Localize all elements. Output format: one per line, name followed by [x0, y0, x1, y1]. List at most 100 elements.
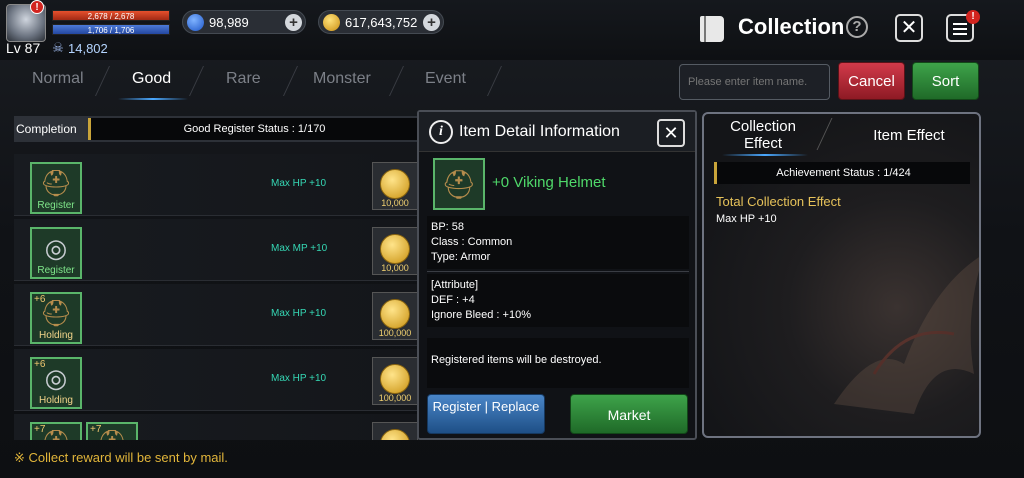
item-effect: Max MP +10 — [271, 243, 328, 254]
completion-status-box: Good Register Status : 1/170 — [88, 118, 418, 140]
avatar-notification-badge: ! — [30, 0, 44, 14]
help-icon[interactable]: ? — [846, 16, 868, 38]
market-button[interactable]: Market — [570, 394, 688, 434]
active-tab-indicator — [722, 154, 808, 156]
ring-icon: ◎ — [44, 363, 68, 393]
collection-effect-panel: Collection Effect Item Effect Achievemen… — [702, 112, 981, 438]
item-state: Holding — [39, 395, 73, 406]
attribute-header: [Attribute] — [431, 279, 479, 291]
tab-good[interactable]: Good — [132, 70, 171, 88]
add-gold-button[interactable]: + — [423, 14, 440, 31]
list-item[interactable]: ◎ Register Max MP +10 10,000 — [14, 219, 418, 281]
item-state: Holding — [39, 330, 73, 341]
helmet-icon: ⛑ — [32, 428, 80, 440]
mail-reward-notice: ※ Collect reward will be sent by mail. — [14, 450, 228, 465]
register-replace-button[interactable]: Register | Replace — [427, 394, 545, 434]
reward-slot: 100,000 — [372, 292, 418, 340]
add-gem-button[interactable]: + — [285, 14, 302, 31]
item-slot[interactable]: +6 ◎ Holding — [30, 357, 82, 409]
tab-normal[interactable]: Normal — [32, 70, 84, 88]
item-slot[interactable]: +7 ⛑ — [86, 422, 138, 440]
tab-monster[interactable]: Monster — [313, 70, 371, 88]
reward-slot: 100,000 — [372, 357, 418, 405]
sort-button[interactable]: Sort — [912, 62, 979, 100]
tab-rare[interactable]: Rare — [226, 70, 261, 88]
divider — [427, 271, 689, 272]
item-effect: Max HP +10 — [271, 178, 327, 189]
item-slot[interactable]: +6 ⛑ Holding — [30, 292, 82, 344]
gold-coin-icon — [323, 14, 340, 31]
gold-coin-icon — [380, 169, 410, 199]
mp-text: 1,706 / 1,706 — [87, 26, 135, 35]
item-name: +0 Viking Helmet — [492, 174, 606, 191]
list-item[interactable]: +6 ◎ Holding Max HP +10 100,000 — [14, 349, 418, 411]
item-state: Register — [37, 200, 75, 211]
item-effect: Max HP +10 — [271, 308, 327, 319]
item-bp: BP: 58 — [431, 221, 465, 233]
close-button[interactable]: ✕ — [895, 14, 923, 42]
total-effect-title: Total Collection Effect — [716, 194, 841, 209]
completion-bar: Completion Good Register Status : 1/170 — [14, 116, 418, 142]
list-item[interactable]: +6 ⛑ Holding Max HP +10 100,000 — [14, 284, 418, 346]
tab-item-effect[interactable]: Item Effect — [854, 127, 964, 144]
reward-slot: 10,000 — [372, 227, 418, 275]
item-slot[interactable]: ◎ Register — [30, 227, 82, 279]
gem-amount: 98,989 — [209, 15, 249, 30]
tab-collection-effect[interactable]: Collection Effect — [718, 118, 808, 152]
tab-divider — [816, 118, 833, 150]
reward-amount: 100,000 — [378, 393, 412, 403]
hp-text: 2,678 / 2,678 — [87, 12, 135, 21]
dialog-header: i Item Detail Information ✕ — [419, 112, 695, 152]
gold-coin-icon — [380, 429, 410, 440]
achievement-status: Achievement Status : 1/424 — [776, 167, 911, 179]
status-bar: ! 2,678 / 2,678 1,706 / 1,706 Lv 87 ☠ 14… — [0, 0, 1024, 60]
list-item[interactable]: +7 ⛑ +7 ⛑ — [14, 414, 418, 440]
reward-amount: 10,000 — [381, 198, 409, 208]
item-effect: Max HP +10 — [271, 373, 327, 384]
gold-currency: 617,643,752 + — [318, 10, 444, 34]
gold-coin-icon — [380, 364, 410, 394]
completion-label: Completion — [16, 122, 77, 136]
attribute-stats: [Attribute] DEF : +4 Ignore Bleed : +10% — [427, 274, 689, 327]
attribute-ignore-bleed: Ignore Bleed : +10% — [431, 309, 531, 321]
item-class: Class : Common — [431, 236, 513, 248]
tab-event[interactable]: Event — [425, 70, 466, 88]
collection-screen: ! 2,678 / 2,678 1,706 / 1,706 Lv 87 ☠ 14… — [0, 0, 1024, 478]
page-title: Collection — [738, 14, 845, 39]
item-detail-dialog: i Item Detail Information ✕ ⛑ +0 Viking … — [417, 110, 697, 440]
collection-book-icon — [700, 16, 724, 42]
tab-divider — [189, 66, 204, 96]
reward-amount: 100,000 — [378, 328, 412, 338]
tab-divider — [389, 66, 404, 96]
gold-coin-icon — [380, 299, 410, 329]
tab-divider — [283, 66, 298, 96]
item-stats: BP: 58 Class : Common Type: Armor [Attri… — [427, 216, 689, 329]
cancel-button[interactable]: Cancel — [838, 62, 905, 100]
battle-power-value: 14,802 — [68, 41, 108, 56]
ring-icon: ◎ — [44, 233, 68, 263]
blue-gem-icon — [187, 14, 204, 31]
gold-amount: 617,643,752 — [345, 15, 418, 30]
collection-list[interactable]: ⛑ Register Max HP +10 10,000 ◎ Register … — [14, 150, 418, 440]
menu-line — [953, 28, 967, 30]
dialog-close-button[interactable]: ✕ — [657, 119, 685, 147]
item-slot[interactable]: ⛑ Register — [30, 162, 82, 214]
achievement-bar: Achievement Status : 1/424 — [714, 162, 970, 184]
item-slot[interactable]: +7 ⛑ — [30, 422, 82, 440]
reward-slot: 10,000 — [372, 162, 418, 210]
active-tab-indicator — [118, 98, 188, 100]
mp-bar: 1,706 / 1,706 — [52, 24, 170, 35]
player-level: Lv 87 — [6, 40, 41, 56]
menu-line — [953, 23, 967, 25]
base-stats: BP: 58 Class : Common Type: Armor — [427, 216, 689, 269]
tab-divider — [487, 66, 502, 96]
list-item[interactable]: ⛑ Register Max HP +10 10,000 — [14, 154, 418, 216]
battle-power-icon: ☠ — [52, 40, 64, 55]
item-search-input[interactable] — [679, 64, 830, 100]
completion-status: Good Register Status : 1/170 — [183, 123, 326, 135]
dialog-title: Item Detail Information — [459, 123, 620, 140]
total-effect-value: Max HP +10 — [716, 213, 777, 225]
reward-slot — [372, 422, 418, 440]
reward-amount: 10,000 — [381, 263, 409, 273]
destroy-warning: Registered items will be destroyed. — [427, 338, 689, 388]
